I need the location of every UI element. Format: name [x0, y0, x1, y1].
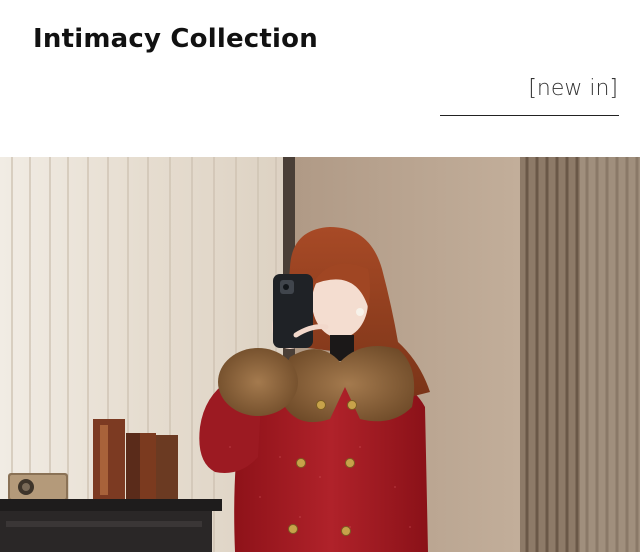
page-title: Intimacy Collection	[33, 24, 318, 54]
header: Intimacy Collection [new in]	[0, 0, 640, 157]
new-in-link[interactable]: [new in]	[528, 76, 618, 101]
hero-image	[0, 157, 640, 552]
tag-underline	[440, 115, 619, 116]
